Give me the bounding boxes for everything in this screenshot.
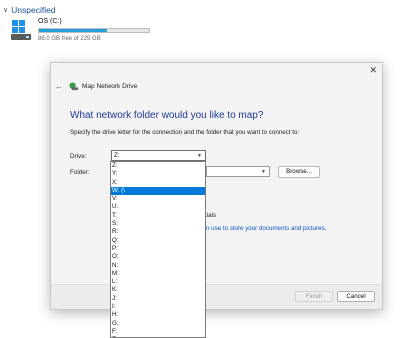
dialog-footer: Finish Cancel — [51, 284, 382, 309]
drive-item-c[interactable]: OS (C:) 86.0 GB free of 225 GB — [11, 18, 151, 46]
folder-input[interactable]: ▼ — [206, 166, 270, 177]
dropdown-option[interactable]: Z: — [111, 162, 205, 170]
section-title: Unspecified — [11, 5, 56, 15]
dropdown-option[interactable]: X: — [111, 179, 205, 187]
drive-letter-dropdown-list[interactable]: Z: Y: X: W: (\ V: U: T: S: R: Q: P: O: N: M: L: K: J: I: H… — [110, 161, 206, 338]
dialog-title-text: Map Network Drive — [82, 83, 138, 90]
dropdown-option[interactable]: H: — [111, 311, 205, 319]
dropdown-option[interactable]: U: — [111, 203, 205, 211]
dropdown-option[interactable]: T: — [111, 212, 205, 220]
drive-name: OS (C:) — [38, 18, 62, 25]
dropdown-option[interactable]: J: — [111, 295, 205, 303]
dropdown-option[interactable]: Q: — [111, 237, 205, 245]
dropdown-option[interactable]: W: (\ — [111, 186, 205, 196]
drive-usage-fill — [39, 29, 108, 32]
map-network-drive-dialog: ✕ ← Map Network Drive What network folde… — [50, 62, 383, 310]
drive-letter-value: Z: — [114, 152, 120, 159]
dropdown-option[interactable]: I: — [111, 303, 205, 311]
chevron-down-icon[interactable]: ▼ — [197, 151, 202, 161]
dropdown-option[interactable]: S: — [111, 220, 205, 228]
dropdown-option[interactable]: N: — [111, 262, 205, 270]
documents-link-text[interactable]: n use to store your documents and pictur… — [206, 225, 325, 232]
dropdown-option[interactable]: Y: — [111, 170, 205, 178]
folder-label: Folder: — [70, 169, 90, 176]
dropdown-option[interactable]: O: — [111, 253, 205, 261]
dialog-description: Specify the drive letter for the connect… — [70, 129, 300, 136]
documents-link[interactable]: n use to store your documents and pictur… — [206, 225, 326, 232]
dropdown-option[interactable]: G: — [111, 320, 205, 328]
link-suffix: . — [324, 225, 327, 232]
back-arrow-icon[interactable]: ← — [55, 82, 63, 91]
dropdown-option[interactable]: P: — [111, 245, 205, 253]
dropdown-option[interactable]: V: — [111, 195, 205, 203]
dropdown-option[interactable]: M: — [111, 270, 205, 278]
dropdown-option[interactable]: R: — [111, 228, 205, 236]
section-header[interactable]: ∨ Unspecified — [3, 5, 56, 15]
browse-button[interactable]: Browse... — [278, 166, 320, 178]
network-drive-icon — [69, 82, 78, 91]
drive-free-space: 86.0 GB free of 225 GB — [38, 36, 101, 42]
cancel-button[interactable]: Cancel — [337, 291, 375, 302]
dropdown-option[interactable]: L: — [111, 278, 205, 286]
dropdown-option[interactable]: F: — [111, 328, 205, 336]
credentials-option-text: tials — [205, 212, 217, 219]
finish-button[interactable]: Finish — [295, 291, 333, 302]
chevron-down-icon[interactable]: ∨ — [3, 6, 8, 14]
dropdown-option[interactable]: K: — [111, 286, 205, 294]
drive-label: Drive: — [70, 153, 87, 160]
drive-letter-select[interactable]: Z: ▼ — [111, 150, 206, 161]
drive-icon — [11, 20, 31, 40]
close-icon[interactable]: ✕ — [369, 65, 377, 76]
drive-usage-bar — [38, 28, 150, 33]
chevron-down-icon[interactable]: ▼ — [261, 167, 266, 177]
dialog-heading: What network folder would you like to ma… — [70, 110, 264, 121]
dialog-title: Map Network Drive — [69, 82, 137, 91]
